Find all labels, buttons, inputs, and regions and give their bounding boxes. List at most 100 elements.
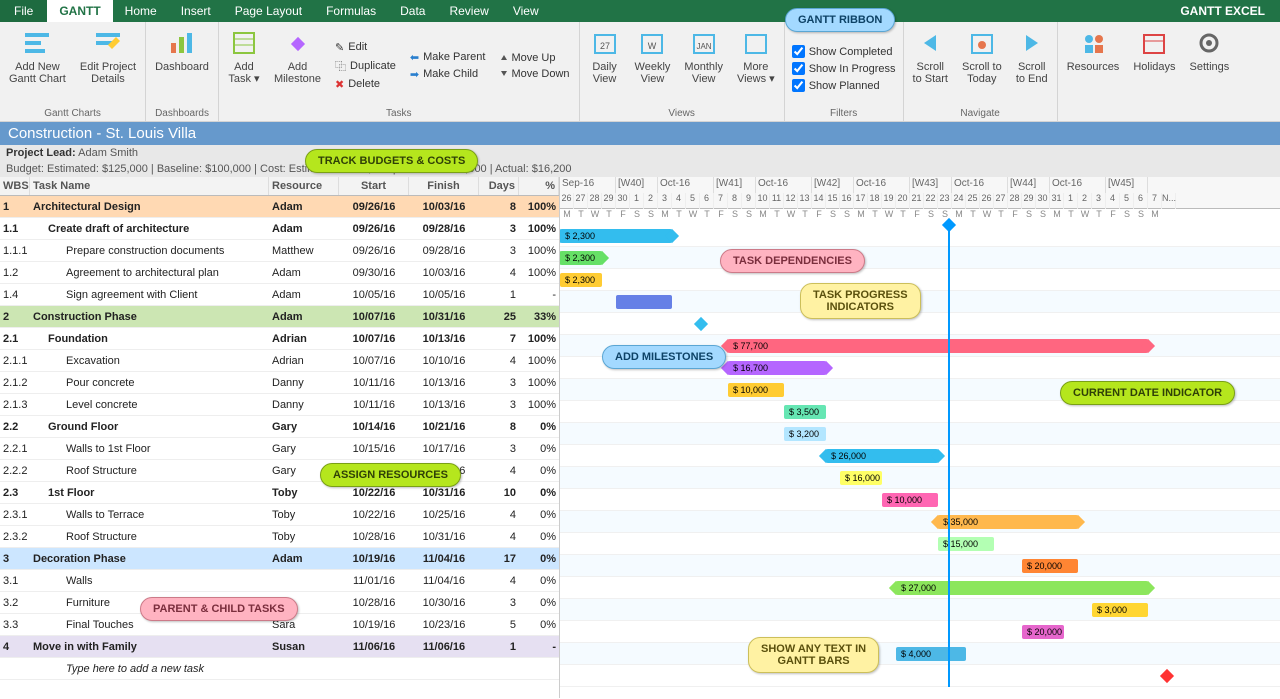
btn-weekly-view[interactable]: WWeekly View	[632, 25, 674, 106]
col-header[interactable]: Days	[479, 177, 519, 195]
gantt-bar[interactable]: $ 10,000	[882, 493, 938, 507]
gantt-bar[interactable]: $ 77,700	[728, 339, 1148, 353]
gantt-bar[interactable]: $ 2,300	[560, 251, 602, 265]
ribbon: Add New Gantt Chart Edit Project Details…	[0, 22, 1280, 122]
btn-add-gantt[interactable]: Add New Gantt Chart	[6, 25, 69, 106]
btn-move-up[interactable]: Move Up	[496, 51, 572, 65]
task-row[interactable]: 1.1.1Prepare construction documentsMatth…	[0, 240, 559, 262]
task-row[interactable]: 2.1.1ExcavationAdrian10/07/1610/10/16410…	[0, 350, 559, 372]
btn-make-parent[interactable]: ⬅Make Parent	[407, 50, 489, 65]
btn-resources[interactable]: Resources	[1064, 25, 1123, 106]
chk-planned[interactable]: Show Planned	[791, 78, 897, 93]
col-header[interactable]: Task Name	[30, 177, 269, 195]
gantt-bar[interactable]: $ 4,000	[896, 647, 966, 661]
btn-settings[interactable]: Settings	[1187, 25, 1233, 106]
gantt-bar[interactable]: $ 27,000	[896, 581, 1148, 595]
chart-row: $ 10,000	[560, 489, 1280, 511]
task-row[interactable]: 4Move in with FamilySusan11/06/1611/06/1…	[0, 636, 559, 658]
menu-review[interactable]: Review	[437, 0, 500, 22]
col-header[interactable]: Finish	[409, 177, 479, 195]
gantt-bar[interactable]: $ 26,000	[826, 449, 938, 463]
btn-edit[interactable]: ✎Edit	[332, 40, 399, 55]
menu-insert[interactable]: Insert	[169, 0, 223, 22]
gantt-chart[interactable]: Sep-16[W40]Oct-16[W41]Oct-16[W42]Oct-16[…	[560, 177, 1280, 698]
callout-parentchild: PARENT & CHILD TASKS	[140, 597, 298, 621]
btn-dashboard[interactable]: Dashboard	[152, 25, 212, 106]
btn-add-task[interactable]: Add Task ▾	[225, 25, 263, 106]
menu-gantt[interactable]: GANTT	[47, 0, 112, 22]
chart-row: $ 2,300	[560, 225, 1280, 247]
task-row[interactable]: 1.2Agreement to architectural planAdam09…	[0, 262, 559, 284]
gantt-bar[interactable]: $ 2,300	[560, 273, 602, 287]
col-header[interactable]: Resource	[269, 177, 339, 195]
copy-icon: ⿻	[335, 58, 346, 74]
gantt-bar[interactable]: $ 16,000	[840, 471, 882, 485]
btn-move-down[interactable]: Move Down	[496, 67, 572, 81]
milestone-icon[interactable]	[1160, 669, 1174, 683]
btn-scroll-end[interactable]: Scroll to End	[1013, 25, 1051, 106]
gantt-bar[interactable]: $ 20,000	[1022, 625, 1064, 639]
chk-completed[interactable]: Show Completed	[791, 44, 897, 59]
pencil-icon: ✎	[335, 41, 344, 54]
chart-row	[560, 665, 1280, 687]
gantt-bar[interactable]: $ 16,700	[728, 361, 826, 375]
btn-scroll-start[interactable]: Scroll to Start	[910, 25, 951, 106]
callout-ribbon: GANTT RIBBON	[785, 8, 895, 32]
gantt-bar[interactable]: $ 15,000	[938, 537, 994, 551]
task-row[interactable]: 2.3.1Walls to TerraceToby10/22/1610/25/1…	[0, 504, 559, 526]
gantt-bar[interactable]: $ 35,000	[938, 515, 1078, 529]
gantt-bar[interactable]: $ 2,300	[560, 229, 672, 243]
btn-daily-view[interactable]: 27Daily View	[586, 25, 624, 106]
svg-text:W: W	[648, 41, 657, 51]
task-row[interactable]: 2.1.3Level concreteDanny10/11/1610/13/16…	[0, 394, 559, 416]
menu-data[interactable]: Data	[388, 0, 437, 22]
btn-more-views[interactable]: More Views ▾	[734, 25, 778, 106]
add-task-hint[interactable]: Type here to add a new task	[30, 660, 559, 678]
chart-row: $ 3,200	[560, 423, 1280, 445]
col-header[interactable]: WBS	[0, 177, 30, 195]
btn-holidays[interactable]: Holidays	[1130, 25, 1178, 106]
milestone-icon[interactable]	[694, 317, 708, 331]
callout-deps: TASK DEPENDENCIES	[720, 249, 865, 273]
task-row[interactable]: 3Decoration PhaseAdam10/19/1611/04/16170…	[0, 548, 559, 570]
gantt-bar[interactable]: $ 3,200	[784, 427, 826, 441]
indent-icon: ➡	[410, 68, 419, 81]
gantt-bar[interactable]: $ 10,000	[728, 383, 784, 397]
task-row[interactable]: 1.4Sign agreement with ClientAdam10/05/1…	[0, 284, 559, 306]
menu-view[interactable]: View	[501, 0, 551, 22]
task-row[interactable]: 2.1.2Pour concreteDanny10/11/1610/13/163…	[0, 372, 559, 394]
chart-row	[560, 313, 1280, 335]
task-row[interactable]: 1Architectural DesignAdam09/26/1610/03/1…	[0, 196, 559, 218]
chart-row: $ 3,000	[560, 599, 1280, 621]
svg-text:JAN: JAN	[696, 42, 711, 51]
menu-home[interactable]: Home	[113, 0, 169, 22]
menu-formulas[interactable]: Formulas	[314, 0, 388, 22]
btn-monthly-view[interactable]: JANMonthly View	[681, 25, 726, 106]
chart-row: $ 4,000	[560, 643, 1280, 665]
task-row[interactable]: 2.2.2Roof StructureGary10/18/1610/21/164…	[0, 460, 559, 482]
chk-inprogress[interactable]: Show In Progress	[791, 61, 897, 76]
btn-delete[interactable]: ✖Delete	[332, 77, 399, 92]
gantt-bar[interactable]: $ 20,000	[1022, 559, 1078, 573]
gantt-bar[interactable]	[616, 295, 672, 309]
task-row[interactable]: 2Construction PhaseAdam10/07/1610/31/162…	[0, 306, 559, 328]
col-header[interactable]: Start	[339, 177, 409, 195]
task-row[interactable]: 2.1FoundationAdrian10/07/1610/13/167100%	[0, 328, 559, 350]
btn-add-milestone[interactable]: Add Milestone	[271, 25, 324, 106]
chart-row: $ 26,000	[560, 445, 1280, 467]
task-row[interactable]: 1.1Create draft of architectureAdam09/26…	[0, 218, 559, 240]
gantt-bar[interactable]: $ 3,000	[1092, 603, 1148, 617]
menu-pagelayout[interactable]: Page Layout	[223, 0, 314, 22]
btn-scroll-today[interactable]: Scroll to Today	[959, 25, 1005, 106]
task-row[interactable]: 2.2Ground FloorGary10/14/1610/21/1680%	[0, 416, 559, 438]
col-header[interactable]: %	[519, 177, 559, 195]
btn-make-child[interactable]: ➡Make Child	[407, 67, 489, 82]
task-row[interactable]: 3.1Walls11/01/1611/04/1640%	[0, 570, 559, 592]
task-row[interactable]: 2.3.2Roof StructureToby10/28/1610/31/164…	[0, 526, 559, 548]
menu-file[interactable]: File	[0, 0, 47, 22]
gantt-bar[interactable]: $ 3,500	[784, 405, 826, 419]
btn-edit-project[interactable]: Edit Project Details	[77, 25, 139, 106]
task-row[interactable]: 2.2.1Walls to 1st FloorGary10/15/1610/17…	[0, 438, 559, 460]
task-row[interactable]: 2.31st FloorToby10/22/1610/31/16100%	[0, 482, 559, 504]
btn-duplicate[interactable]: ⿻Duplicate	[332, 57, 399, 75]
